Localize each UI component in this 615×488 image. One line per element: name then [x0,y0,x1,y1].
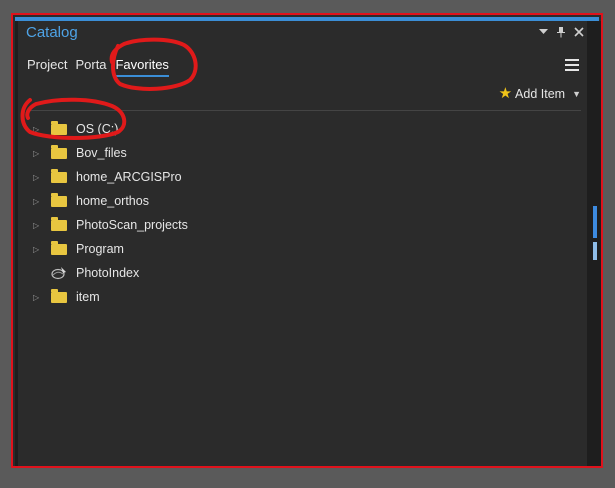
scrollbar-thumb[interactable] [593,206,597,238]
expand-triangle-icon[interactable]: ▷ [33,125,43,134]
tree-item-label: home_ARCGISPro [76,170,182,184]
pane-controls [537,25,585,39]
add-item-button[interactable]: ★ Add Item ▼ [498,85,581,102]
tab-project[interactable]: Project [27,57,67,77]
tree-item-label: Bov_files [76,146,127,160]
folder-icon [51,216,67,231]
folder-icon [51,240,67,255]
expand-triangle-icon[interactable]: ▷ [33,221,43,230]
folder-icon [51,120,67,135]
tree-item-label: PhotoScan_projects [76,218,188,232]
add-item-label: Add Item [515,87,566,101]
tab-portal[interactable]: Portal [75,57,107,77]
hamburger-menu-icon[interactable] [565,59,579,71]
chevron-down-icon[interactable] [537,25,549,39]
chevron-down-icon[interactable]: ▼ [572,89,581,99]
close-icon[interactable] [573,25,585,39]
star-icon: ★ [498,85,513,102]
pin-icon[interactable] [555,25,567,39]
tree-item-label: Program [76,242,124,256]
tree-item-photoscan-projects[interactable]: ▷ PhotoScan_projects [21,213,587,237]
tree-item-item[interactable]: ▷ item [21,285,587,309]
database-icon [51,266,67,280]
tree-item-label: PhotoIndex [76,266,140,280]
scrollbar[interactable] [587,21,601,466]
tree-item-photoindex[interactable]: PhotoIndex [21,261,587,285]
folder-icon [51,144,67,159]
tree-item-home-arcgispro[interactable]: ▷ home_ARCGISPro [21,165,587,189]
folder-icon [51,168,67,183]
tab-favorites[interactable]: Favorites [115,57,169,77]
tree-item-label: home_orthos [76,194,149,208]
tree-item-home-orthos[interactable]: ▷ home_orthos [21,189,587,213]
favorites-tree: ▷ OS (C:) ▷ Bov_files ▷ home_ARCGISPro ▷… [21,117,587,309]
expand-triangle-icon[interactable]: ▷ [33,245,43,254]
folder-icon [51,288,67,303]
scrollbar-indicator [593,242,597,260]
window-frame: Catalog Project Portal Favorites ★ Add I… [11,13,603,468]
folder-icon [51,192,67,207]
tree-item-label: item [76,290,100,304]
tree-item-program[interactable]: ▷ Program [21,237,587,261]
expand-triangle-icon[interactable]: ▷ [33,293,43,302]
expand-triangle-icon[interactable]: ▷ [33,173,43,182]
tree-item-bov-files[interactable]: ▷ Bov_files [21,141,587,165]
expand-triangle-icon[interactable]: ▷ [33,149,43,158]
expand-triangle-icon[interactable]: ▷ [33,197,43,206]
left-rail [15,21,18,466]
pane-title: Catalog [26,24,78,41]
catalog-pane: Catalog Project Portal Favorites ★ Add I… [21,21,587,466]
tree-item-os-c[interactable]: ▷ OS (C:) [21,117,587,141]
catalog-tabs: Project Portal Favorites [27,57,169,77]
tree-item-label: OS (C:) [76,122,119,136]
divider [27,110,581,111]
